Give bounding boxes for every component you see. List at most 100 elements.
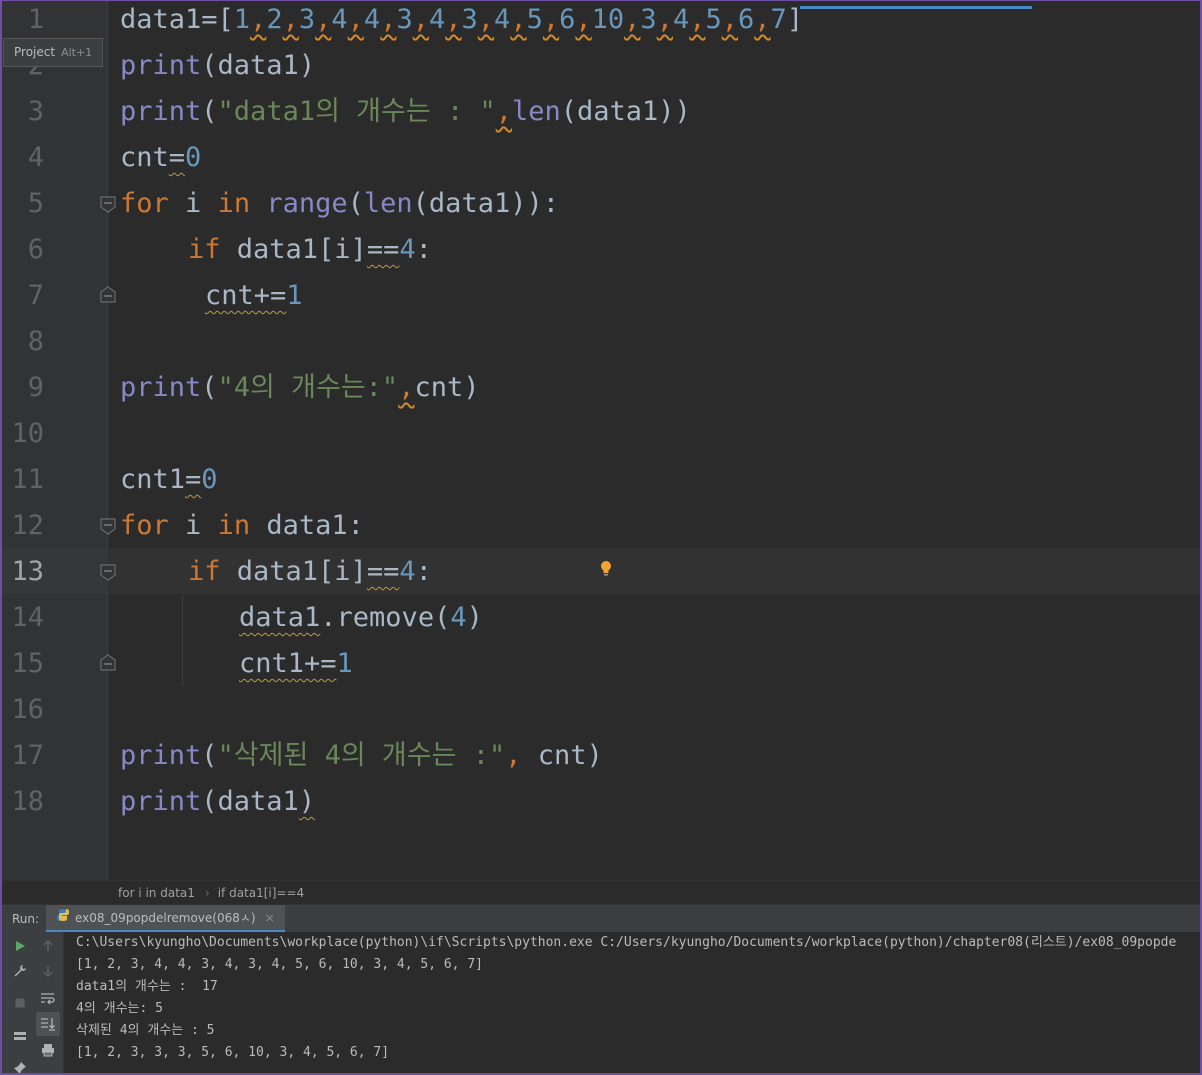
soft-wrap-icon[interactable] <box>36 986 60 1010</box>
print-icon[interactable] <box>36 1038 60 1062</box>
line-number: 16 <box>11 694 44 725</box>
code-token: : <box>415 234 432 265</box>
keyword-token: for <box>120 510 169 541</box>
line-number: 1 <box>27 4 44 35</box>
code-token: print <box>120 50 202 81</box>
comma-token: , <box>315 4 332 35</box>
console-line: data1의 개수는 : 17 <box>76 979 218 994</box>
number-token: 0 <box>185 142 202 173</box>
horizontal-scroll-indicator[interactable] <box>800 6 1032 9</box>
wrench-icon[interactable] <box>8 959 32 983</box>
breadcrumb-item[interactable]: if data1[i]==4 <box>218 886 304 900</box>
line-number: 3 <box>27 96 44 127</box>
line-number: 11 <box>11 464 44 495</box>
number-token: 4 <box>450 602 467 633</box>
comma-token: , <box>445 4 462 35</box>
number-token: 4 <box>494 4 511 35</box>
bulb-icon[interactable] <box>598 559 614 579</box>
console-line: 삭제된 4의 개수는 : 5 <box>76 1023 215 1038</box>
code-token: range <box>266 188 348 219</box>
number-token: 1 <box>233 4 251 35</box>
arrow-up-icon[interactable] <box>36 934 60 958</box>
number-token: 6 <box>738 4 755 35</box>
code-token: len <box>511 96 561 127</box>
console-output[interactable]: C:\Users\kyungho\Documents\workplace(pyt… <box>64 932 1202 1075</box>
code-line-7[interactable]: cnt+=1 <box>205 273 303 319</box>
code-token: data1: <box>250 510 364 541</box>
number-token: 1 <box>336 648 353 679</box>
indent-guide <box>182 594 183 686</box>
code-token: cnt) <box>414 372 480 403</box>
code-token: data1[i] <box>220 234 367 265</box>
code-token: (data1)): <box>412 188 559 219</box>
code-line-12[interactable]: for i in data1: <box>120 503 364 549</box>
number-token: 3 <box>640 4 657 35</box>
code-token: ) <box>466 602 483 633</box>
console-line: C:\Users\kyungho\Documents\workplace(pyt… <box>76 935 1177 950</box>
code-line-14[interactable]: data1.remove(4) <box>239 595 483 641</box>
code-line-3[interactable]: print("data1의 개수는 : ",len(data1)) <box>120 89 691 135</box>
code-line-15[interactable]: cnt1+=1 <box>239 641 353 687</box>
code-editor[interactable]: 1 2 3 4 5 6 7 8 9 10 11 12 13 14 15 16 1… <box>0 0 1202 880</box>
run-icon[interactable] <box>8 934 32 958</box>
code-line-6[interactable]: if data1[i]==4: <box>188 227 432 273</box>
code-line-4[interactable]: cnt=0 <box>120 135 201 181</box>
number-token: 5 <box>526 4 543 35</box>
number-token: 0 <box>201 464 218 495</box>
code-token: ( <box>201 740 218 771</box>
console-line: [1, 2, 3, 3, 3, 5, 6, 10, 3, 4, 5, 6, 7] <box>76 1045 390 1060</box>
scroll-end-icon[interactable] <box>36 1012 60 1036</box>
number-token: 4 <box>672 4 690 35</box>
number-token: 3 <box>396 4 413 35</box>
keyword-token: in <box>217 510 251 541</box>
line-number: 8 <box>27 326 44 357</box>
tooltip-shortcut: Alt+1 <box>61 46 93 59</box>
comma-token: , <box>347 4 364 35</box>
comma-token: , <box>721 4 739 35</box>
fold-icon[interactable] <box>98 515 118 537</box>
keyword-token: for <box>120 188 169 219</box>
arrow-down-icon[interactable] <box>36 959 60 983</box>
line-number: 4 <box>27 142 44 173</box>
comma-token: , <box>575 4 592 35</box>
layout-icon[interactable] <box>8 1024 32 1048</box>
fold-icon[interactable] <box>98 561 118 583</box>
code-token: ] <box>786 4 804 35</box>
string-token: "삭제된 4의 개수는 :" <box>217 740 506 771</box>
number-token: 4 <box>399 234 416 265</box>
keyword-token: if <box>188 234 221 265</box>
code-line-1[interactable]: data1=[1,2,3,4,4,3,4,3,4,5,6,10,3,4,5,6,… <box>120 0 803 43</box>
comma-token: , <box>754 4 771 35</box>
pin-icon[interactable] <box>8 1056 32 1075</box>
fold-icon[interactable] <box>98 652 118 674</box>
stop-icon[interactable] <box>8 991 32 1015</box>
run-tab[interactable]: ex08_09popdelremove(068ㅅ) × <box>46 905 285 933</box>
fold-icon[interactable] <box>98 193 118 215</box>
code-line-11[interactable]: cnt1=0 <box>120 457 218 503</box>
code-token: .remove( <box>320 602 451 633</box>
code-line-13[interactable]: if data1[i]==4: <box>188 549 432 595</box>
code-token: cnt+= <box>205 280 287 311</box>
line-number: 6 <box>27 234 44 265</box>
comma-token: , <box>510 4 527 35</box>
code-line-17[interactable]: print("삭제된 4의 개수는 :", cnt) <box>120 733 603 779</box>
code-line-5[interactable]: for i in range(len(data1)): <box>120 181 559 227</box>
number-token: 3 <box>461 4 478 35</box>
comma-token: , <box>282 4 299 35</box>
line-number: 14 <box>11 602 44 633</box>
code-line-18[interactable]: print(data1) <box>120 779 315 825</box>
comma-token: , <box>624 4 641 35</box>
code-token: , <box>398 372 415 403</box>
code-token: ) <box>298 786 316 817</box>
code-token: , <box>505 740 522 771</box>
close-icon[interactable]: × <box>265 904 275 932</box>
breadcrumb-item[interactable]: for i in data1 <box>118 886 195 900</box>
code-line-2[interactable]: print(data1) <box>120 43 315 89</box>
line-number: 5 <box>27 188 44 219</box>
fold-icon[interactable] <box>98 284 118 306</box>
code-line-9[interactable]: print("4의 개수는:",cnt) <box>120 365 479 411</box>
number-token: 5 <box>705 4 722 35</box>
number-token: 1 <box>286 280 303 311</box>
number-token: 4 <box>331 4 348 35</box>
